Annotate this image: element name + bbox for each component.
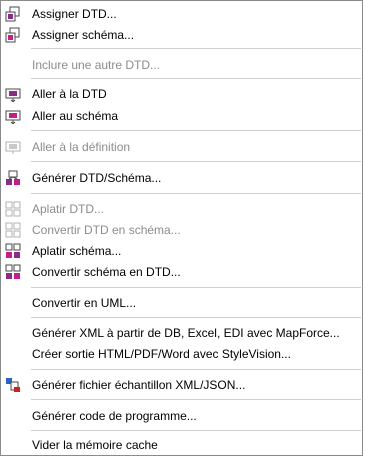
menu-item-generate-xml-mapforce[interactable]: Générer XML à partir de DB, Excel, EDI a… (1, 322, 362, 344)
menu-separator (31, 287, 361, 288)
menu-separator (31, 317, 361, 318)
menu-item-label: Aplatir DTD... (32, 202, 105, 216)
menu-separator (31, 430, 361, 431)
goto-definition-icon (5, 139, 21, 155)
goto-dtd-icon (5, 86, 21, 103)
convert-schema-dtd-icon (5, 264, 21, 280)
menu-item-label: Convertir en UML... (32, 296, 137, 310)
menu-item-label: Aller à la DTD (32, 87, 107, 101)
menu-item-label: Assigner DTD... (32, 7, 117, 21)
generate-dtd-schema-icon (5, 170, 21, 186)
menu-item-goto-schema[interactable]: Aller au schéma (1, 105, 362, 127)
assign-schema-icon (5, 27, 21, 43)
menu-item-generate-program-code[interactable]: Générer code de programme... (1, 405, 362, 427)
menu-item-assign-dtd[interactable]: Assigner DTD... (1, 3, 362, 25)
menu-separator (31, 78, 361, 79)
menu-item-label: Aller au schéma (32, 109, 119, 123)
menu-item-label: Générer fichier échantillon XML/JSON... (32, 378, 246, 392)
menu-separator (31, 48, 361, 49)
menu-item-label: Aller à la définition (32, 140, 131, 154)
menu-item-flatten-schema[interactable]: Aplatir schéma... (1, 240, 362, 262)
menu-item-create-output-stylevision[interactable]: Créer sortie HTML/PDF/Word avec StyleVis… (1, 343, 362, 365)
menu-item-include-dtd[interactable]: Inclure une autre DTD... (1, 54, 362, 76)
menu-item-goto-dtd[interactable]: Aller à la DTD (1, 83, 362, 105)
flatten-dtd-icon (5, 201, 21, 217)
menu-item-label: Assigner schéma... (32, 28, 135, 42)
menu-separator (31, 399, 361, 400)
assign-dtd-icon (5, 6, 21, 22)
menu-item-generate-dtd-schema[interactable]: Générer DTD/Schéma... (1, 167, 362, 189)
menu-item-flatten-dtd[interactable]: Aplatir DTD... (1, 198, 362, 220)
convert-dtd-schema-icon (5, 222, 21, 238)
menu-item-assign-schema[interactable]: Assigner schéma... (1, 24, 362, 46)
menu-item-label: Vider la mémoire cache (32, 438, 158, 452)
flatten-schema-icon (5, 243, 21, 259)
menu-item-label: Créer sortie HTML/PDF/Word avec StyleVis… (32, 347, 291, 361)
menu-item-clear-cache[interactable]: Vider la mémoire cache (1, 434, 362, 456)
menu-item-label: Générer XML à partir de DB, Excel, EDI a… (32, 326, 340, 340)
menu-item-label: Générer DTD/Schéma... (32, 171, 162, 185)
menu-item-label: Aplatir schéma... (32, 244, 122, 258)
menu-item-convert-uml[interactable]: Convertir en UML... (1, 292, 362, 314)
menu-item-convert-schema-dtd[interactable]: Convertir schéma en DTD... (1, 261, 362, 283)
menu-separator (31, 193, 361, 194)
menu-separator (31, 369, 361, 370)
menu-item-label: Convertir DTD en schéma... (32, 223, 181, 237)
menu-item-label: Inclure une autre DTD... (32, 58, 161, 72)
menu-item-label: Convertir schéma en DTD... (32, 265, 181, 279)
goto-schema-icon (5, 108, 21, 125)
generate-sample-icon (5, 377, 21, 393)
context-menu: Assigner DTD... Assigner schéma... Inclu… (0, 0, 363, 456)
menu-separator (31, 161, 361, 162)
menu-separator (31, 130, 361, 131)
menu-item-convert-dtd-schema[interactable]: Convertir DTD en schéma... (1, 219, 362, 241)
menu-item-goto-definition[interactable]: Aller à la définition (1, 136, 362, 158)
menu-item-generate-sample-file[interactable]: Générer fichier échantillon XML/JSON... (1, 374, 362, 396)
menu-item-label: Générer code de programme... (32, 409, 197, 423)
